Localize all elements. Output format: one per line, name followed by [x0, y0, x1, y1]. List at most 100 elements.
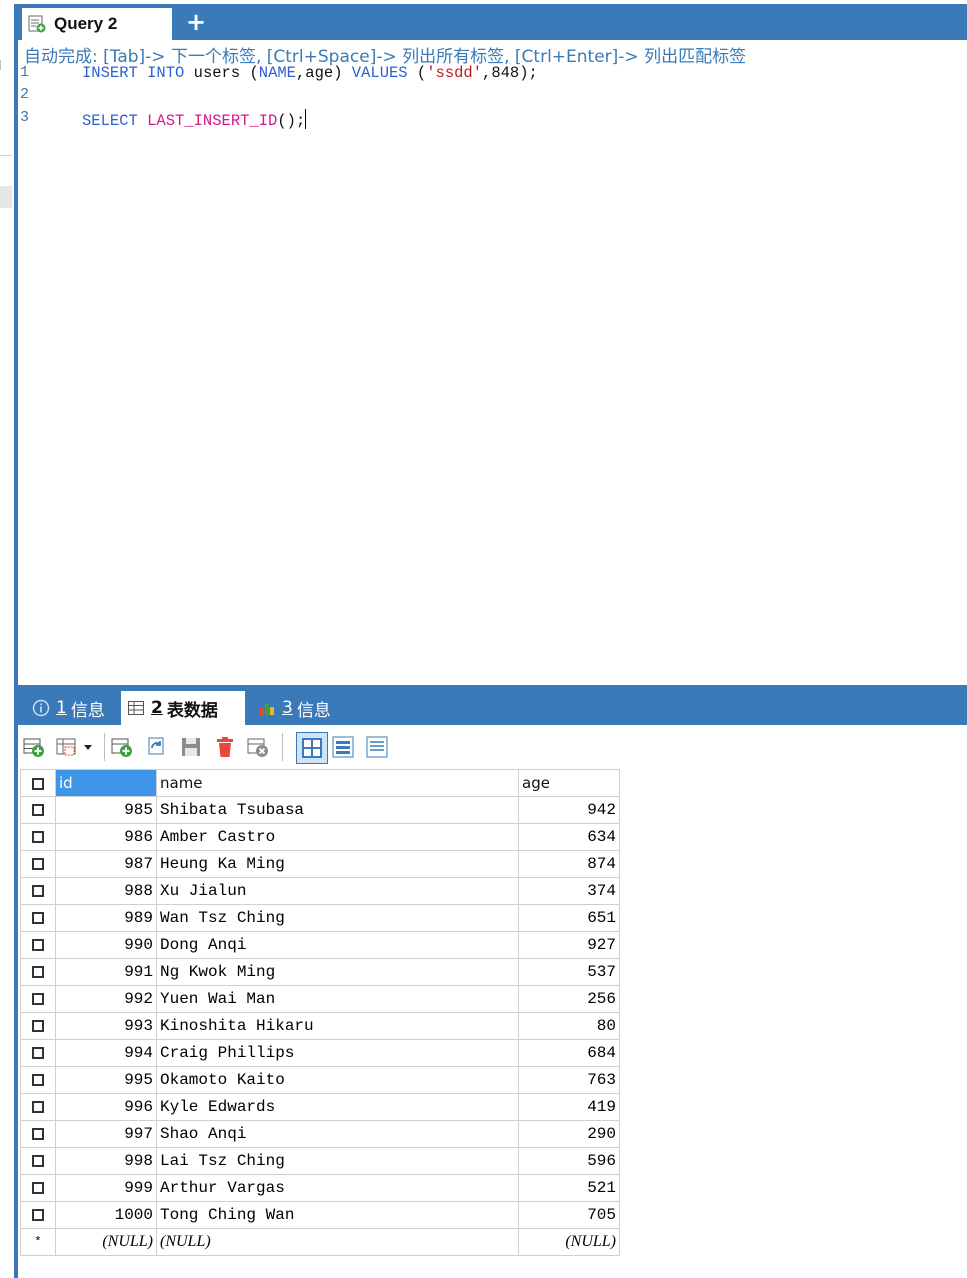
cell-age[interactable]: 927: [518, 931, 620, 959]
row-checkbox[interactable]: [20, 1039, 56, 1067]
column-header-age[interactable]: age: [518, 769, 620, 797]
cancel-button[interactable]: [246, 734, 272, 760]
cell-id[interactable]: 999: [55, 1174, 157, 1202]
tab-query-2[interactable]: Query 2: [22, 8, 172, 40]
table-row[interactable]: 999 Arthur Vargas 521: [20, 1174, 620, 1202]
row-checkbox[interactable]: [20, 796, 56, 824]
left-panel-scroll-thumb[interactable]: [0, 186, 12, 208]
tab-table-data-2[interactable]: 2 表数据: [121, 691, 245, 725]
cell-age[interactable]: 684: [518, 1039, 620, 1067]
table-row[interactable]: 994 Craig Phillips 684: [20, 1039, 620, 1067]
cell-id[interactable]: 998: [55, 1147, 157, 1175]
grid-view-button[interactable]: [296, 732, 328, 764]
row-checkbox[interactable]: [20, 1066, 56, 1094]
select-all-checkbox[interactable]: [20, 769, 56, 797]
cell-name[interactable]: Kinoshita Hikaru: [156, 1012, 519, 1040]
cell-name[interactable]: Okamoto Kaito: [156, 1066, 519, 1094]
cell-age[interactable]: 596: [518, 1147, 620, 1175]
table-row[interactable]: 986 Amber Castro 634: [20, 823, 620, 851]
table-row[interactable]: 991 Ng Kwok Ming 537: [20, 958, 620, 986]
column-header-name[interactable]: name: [156, 769, 519, 797]
column-header-id[interactable]: id: [55, 769, 157, 797]
filter-dropdown-button[interactable]: [56, 734, 98, 760]
cell-name[interactable]: Tong Ching Wan: [156, 1201, 519, 1229]
delete-button[interactable]: [212, 734, 238, 760]
row-checkbox[interactable]: [20, 931, 56, 959]
row-checkbox[interactable]: [20, 1012, 56, 1040]
cell-age[interactable]: 419: [518, 1093, 620, 1121]
cell-id[interactable]: 996: [55, 1093, 157, 1121]
row-checkbox[interactable]: [20, 1174, 56, 1202]
cell-age[interactable]: 537: [518, 958, 620, 986]
cell-name[interactable]: Xu Jialun: [156, 877, 519, 905]
cell-id[interactable]: 991: [55, 958, 157, 986]
cell-age[interactable]: 705: [518, 1201, 620, 1229]
refresh-button[interactable]: [144, 734, 170, 760]
new-row[interactable]: * (NULL) (NULL) (NULL): [20, 1228, 620, 1256]
cell-id[interactable]: 997: [55, 1120, 157, 1148]
table-row[interactable]: 997 Shao Anqi 290: [20, 1120, 620, 1148]
cell-age[interactable]: 256: [518, 985, 620, 1013]
cell-age[interactable]: 374: [518, 877, 620, 905]
table-row[interactable]: 995 Okamoto Kaito 763: [20, 1066, 620, 1094]
cell-age-null[interactable]: (NULL): [518, 1228, 620, 1256]
cell-id-null[interactable]: (NULL): [55, 1228, 157, 1256]
cell-name[interactable]: Heung Ka Ming: [156, 850, 519, 878]
cell-name[interactable]: Arthur Vargas: [156, 1174, 519, 1202]
table-row[interactable]: 987 Heung Ka Ming 874: [20, 850, 620, 878]
table-row[interactable]: 1000 Tong Ching Wan 705: [20, 1201, 620, 1229]
row-checkbox[interactable]: [20, 850, 56, 878]
table-row[interactable]: 998 Lai Tsz Ching 596: [20, 1147, 620, 1175]
cell-name[interactable]: Ng Kwok Ming: [156, 958, 519, 986]
cell-age[interactable]: 763: [518, 1066, 620, 1094]
cell-age[interactable]: 634: [518, 823, 620, 851]
cell-age[interactable]: 290: [518, 1120, 620, 1148]
cell-id[interactable]: 992: [55, 985, 157, 1013]
add-row-button[interactable]: [22, 734, 48, 760]
cell-id[interactable]: 990: [55, 931, 157, 959]
row-checkbox[interactable]: [20, 1120, 56, 1148]
cell-age[interactable]: 651: [518, 904, 620, 932]
save-button[interactable]: [178, 734, 204, 760]
cell-id[interactable]: 985: [55, 796, 157, 824]
cell-age[interactable]: 521: [518, 1174, 620, 1202]
row-checkbox[interactable]: [20, 877, 56, 905]
cell-name[interactable]: Craig Phillips: [156, 1039, 519, 1067]
cell-age[interactable]: 942: [518, 796, 620, 824]
cell-id[interactable]: 988: [55, 877, 157, 905]
row-checkbox[interactable]: [20, 1201, 56, 1229]
cell-name[interactable]: Yuen Wai Man: [156, 985, 519, 1013]
tab-info-1[interactable]: 1 信息: [26, 691, 105, 725]
sql-editor[interactable]: 自动完成: [Tab]-> 下一个标签, [Ctrl+Space]-> 列出所有…: [18, 40, 967, 685]
table-row[interactable]: 996 Kyle Edwards 419: [20, 1093, 620, 1121]
cell-id[interactable]: 995: [55, 1066, 157, 1094]
add-tab-button[interactable]: +: [186, 10, 206, 34]
tab-info-3[interactable]: 3 信息: [252, 691, 331, 725]
row-checkbox[interactable]: [20, 823, 56, 851]
table-row[interactable]: 993 Kinoshita Hikaru 80: [20, 1012, 620, 1040]
row-checkbox[interactable]: [20, 985, 56, 1013]
insert-row-button[interactable]: [110, 734, 136, 760]
text-view-button[interactable]: [364, 734, 390, 760]
cell-name[interactable]: Wan Tsz Ching: [156, 904, 519, 932]
table-row[interactable]: 989 Wan Tsz Ching 651: [20, 904, 620, 932]
table-row[interactable]: 990 Dong Anqi 927: [20, 931, 620, 959]
row-checkbox[interactable]: [20, 904, 56, 932]
row-checkbox[interactable]: [20, 1147, 56, 1175]
cell-name[interactable]: Shao Anqi: [156, 1120, 519, 1148]
row-checkbox[interactable]: [20, 1093, 56, 1121]
cell-name[interactable]: Amber Castro: [156, 823, 519, 851]
cell-id[interactable]: 989: [55, 904, 157, 932]
cell-id[interactable]: 993: [55, 1012, 157, 1040]
cell-name-null[interactable]: (NULL): [156, 1228, 519, 1256]
cell-name[interactable]: Kyle Edwards: [156, 1093, 519, 1121]
cell-id[interactable]: 987: [55, 850, 157, 878]
cell-name[interactable]: Shibata Tsubasa: [156, 796, 519, 824]
table-row[interactable]: 992 Yuen Wai Man 256: [20, 985, 620, 1013]
table-row[interactable]: 988 Xu Jialun 374: [20, 877, 620, 905]
row-checkbox[interactable]: [20, 958, 56, 986]
table-row[interactable]: 985 Shibata Tsubasa 942: [20, 796, 620, 824]
cell-age[interactable]: 80: [518, 1012, 620, 1040]
cell-id[interactable]: 986: [55, 823, 157, 851]
cell-age[interactable]: 874: [518, 850, 620, 878]
